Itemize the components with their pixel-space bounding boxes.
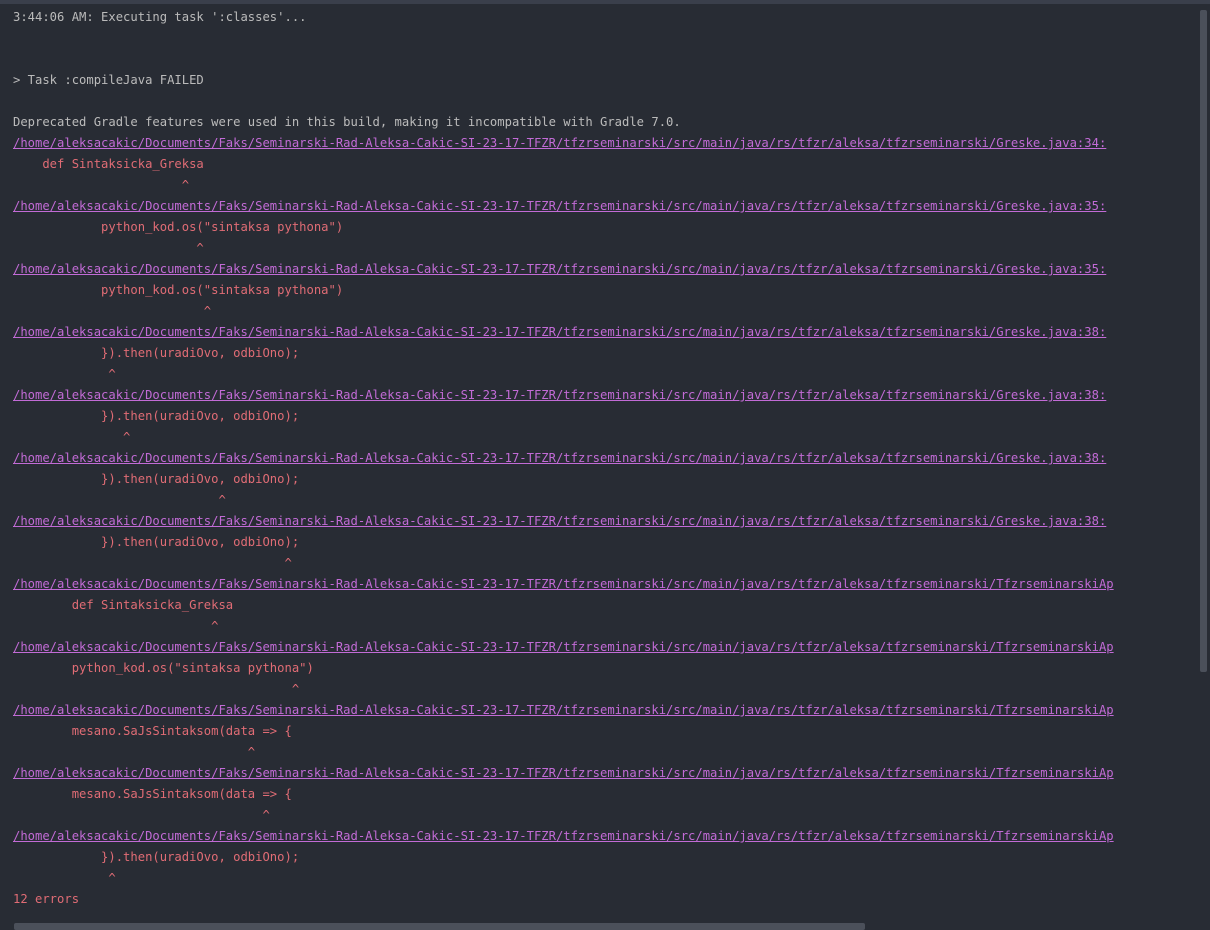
error-output-line: ^ [13,493,226,507]
error-output-line: }).then(uradiOvo, odbiOno); [13,535,300,549]
error-output-line: ^ [13,304,212,318]
error-output-line: ^ [13,808,270,822]
console-output: 3:44:06 AM: Executing task ':classes'...… [13,7,1203,910]
error-output-line: ^ [13,430,131,444]
error-output-line: mesano.SaJsSintaksom(data => { [13,724,292,738]
error-file-link[interactable]: /home/aleksacakic/Documents/Faks/Seminar… [13,637,1203,658]
console-output-line [13,28,1203,49]
horizontal-scrollbar-thumb[interactable] [14,923,865,930]
error-output-line: }).then(uradiOvo, odbiOno); [13,472,300,486]
error-output-line: ^ [13,178,190,192]
error-file-link[interactable]: /home/aleksacakic/Documents/Faks/Seminar… [13,763,1203,784]
error-output-line: ^ [13,619,219,633]
error-file-link[interactable]: /home/aleksacakic/Documents/Faks/Seminar… [13,826,1203,847]
error-output-line: mesano.SaJsSintaksom(data => { [13,787,292,801]
error-output-line: ^ [13,241,204,255]
error-output-line: }).then(uradiOvo, odbiOno); [13,409,300,423]
error-output-line: }).then(uradiOvo, odbiOno); [13,346,300,360]
error-output-line: 12 errors [13,892,80,906]
vertical-scrollbar-thumb[interactable] [1200,10,1207,672]
error-output-line: ^ [13,367,116,381]
error-file-link[interactable]: /home/aleksacakic/Documents/Faks/Seminar… [13,259,1203,280]
console-output-line [13,49,1203,70]
error-file-link[interactable]: /home/aleksacakic/Documents/Faks/Seminar… [13,448,1203,469]
error-file-link[interactable]: /home/aleksacakic/Documents/Faks/Seminar… [13,133,1203,154]
error-file-link[interactable]: /home/aleksacakic/Documents/Faks/Seminar… [13,574,1203,595]
error-output-line: def Sintaksicka_Greksa [13,157,204,171]
error-output-line: ^ [13,871,116,885]
error-output-line: }).then(uradiOvo, odbiOno); [13,850,300,864]
error-output-line: ^ [13,745,256,759]
error-file-link[interactable]: /home/aleksacakic/Documents/Faks/Seminar… [13,385,1203,406]
error-output-line: python_kod.os("sintaksa pythona") [13,220,344,234]
console-output-line [13,91,1203,112]
error-output-line: ^ [13,556,292,570]
error-output-line: python_kod.os("sintaksa pythona") [13,661,314,675]
error-file-link[interactable]: /home/aleksacakic/Documents/Faks/Seminar… [13,196,1203,217]
console-output-line: > Task :compileJava FAILED [13,73,204,87]
build-output-console: 3:44:06 AM: Executing task ':classes'...… [0,0,1210,930]
error-output-line: def Sintaksicka_Greksa [13,598,234,612]
error-file-link[interactable]: /home/aleksacakic/Documents/Faks/Seminar… [13,511,1203,532]
console-output-line: 3:44:06 AM: Executing task ':classes'... [13,10,307,24]
vertical-scrollbar[interactable] [1200,10,1207,928]
error-file-link[interactable]: /home/aleksacakic/Documents/Faks/Seminar… [13,322,1203,343]
error-file-link[interactable]: /home/aleksacakic/Documents/Faks/Seminar… [13,700,1203,721]
error-output-line: ^ [13,682,300,696]
error-output-line: python_kod.os("sintaksa pythona") [13,283,344,297]
console-output-line: Deprecated Gradle features were used in … [13,115,681,129]
